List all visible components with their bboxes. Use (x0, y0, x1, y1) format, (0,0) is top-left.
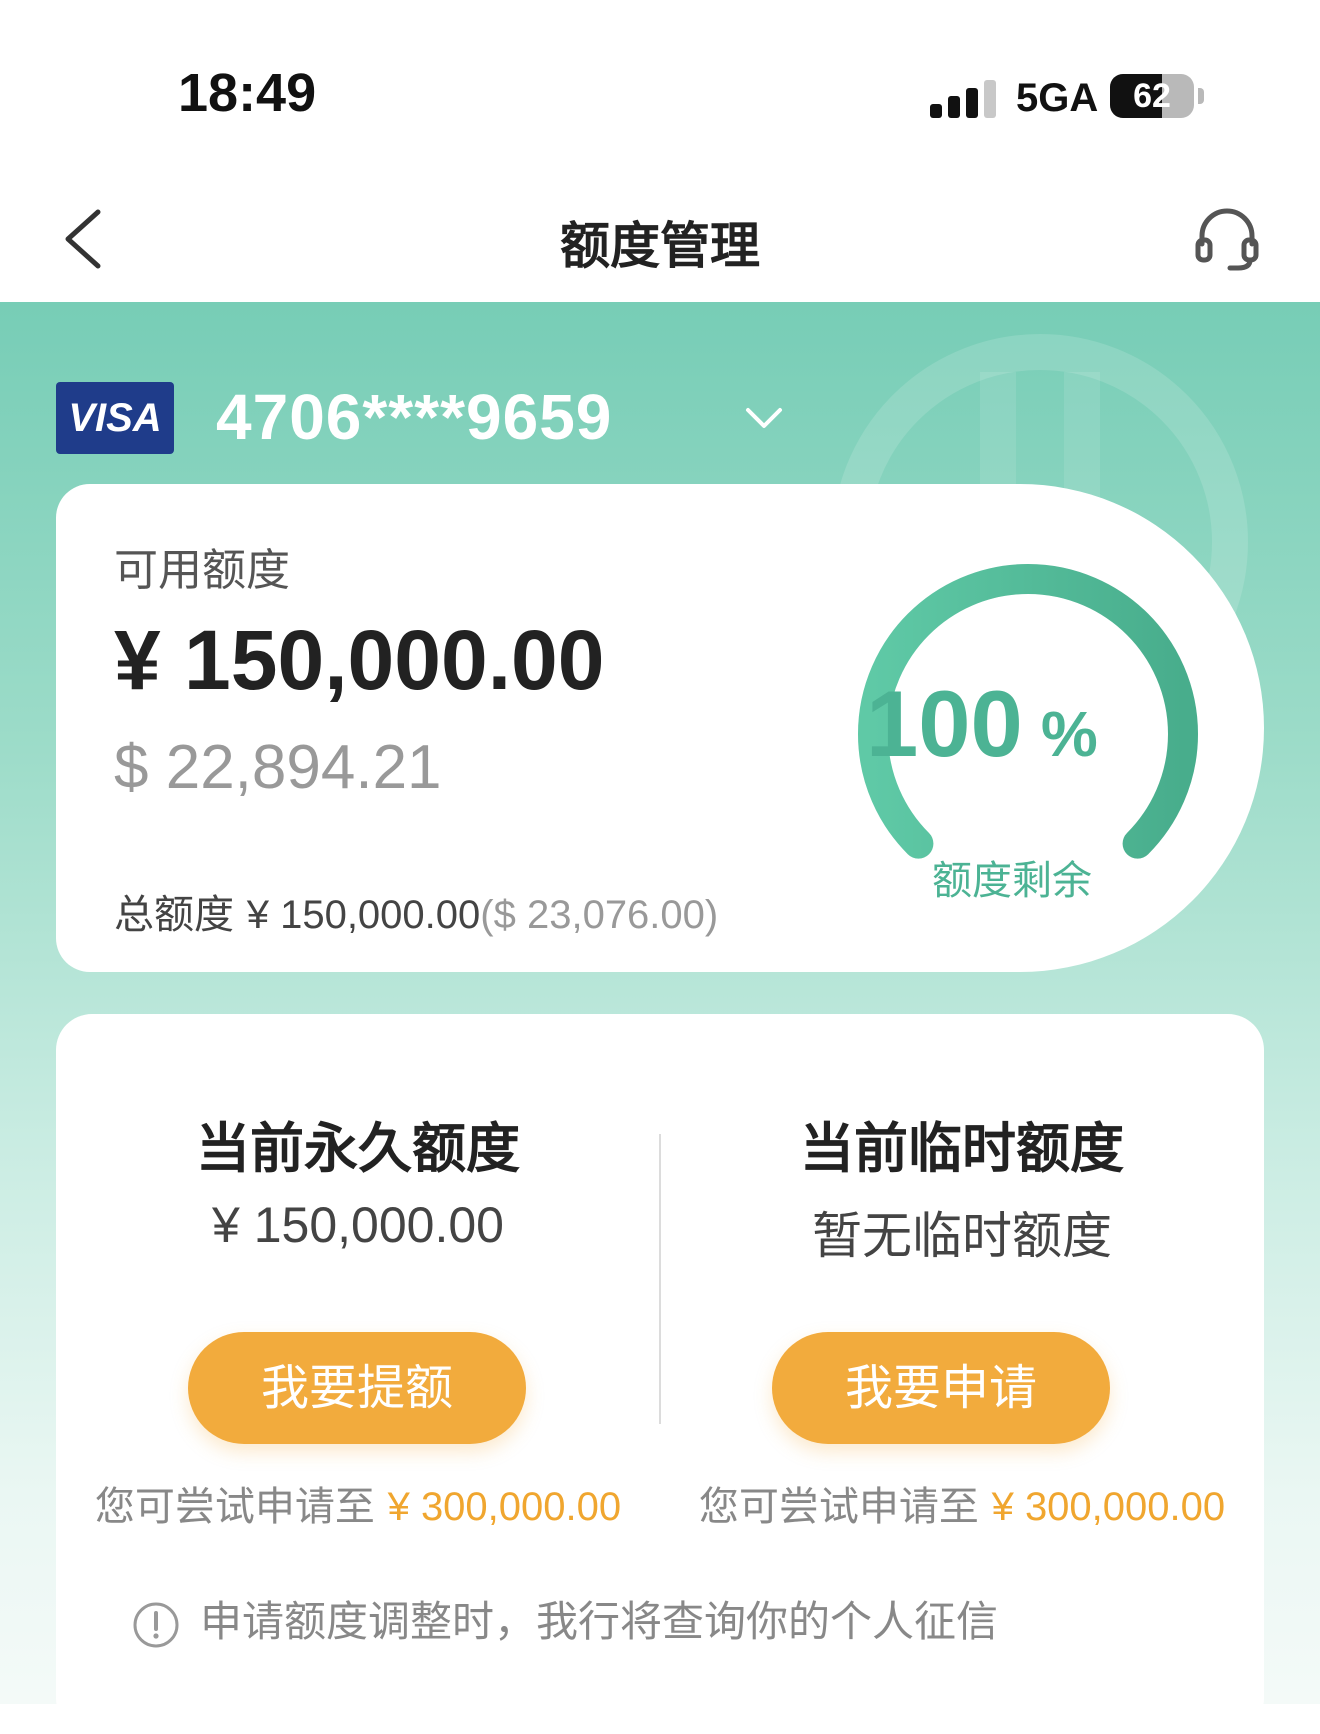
gauge-label: 额度剩余 (932, 858, 1092, 904)
available-credit-card: 可用额度 ¥ 150,000.00 $ 22,894.21 总额度 ¥ 150,… (56, 484, 1264, 972)
nav-bar: 额度管理 (0, 180, 1320, 302)
permanent-hint-prefix: 您可尝试申请至 (94, 1484, 375, 1530)
page-title: 额度管理 (560, 217, 760, 275)
total-credit: 总额度 ¥ 150,000.00($ 23,076.00) (114, 882, 718, 940)
temporary-quota-value: 暂无临时额度 (812, 1207, 1112, 1265)
card-selector[interactable]: VISA 4706****9659 (56, 380, 856, 454)
chevron-down-icon[interactable] (740, 400, 788, 436)
gauge-percent-sign: % (1040, 698, 1098, 770)
gauge-percent-value: 100 (866, 671, 1023, 776)
permanent-quota-value: ¥ 150,000.00 (212, 1197, 504, 1253)
status-bar: 18:49 5GA 62 (0, 0, 1320, 180)
info-icon (133, 1602, 179, 1647)
battery-nub (1198, 88, 1204, 104)
permanent-quota-hint: 您可尝试申请至 ¥ 300,000.00 (56, 1474, 660, 1532)
increase-limit-button[interactable]: 我要提额 (188, 1332, 526, 1444)
total-credit-cny: ¥ 150,000.00 (246, 893, 481, 937)
temporary-quota-hint: 您可尝试申请至 ¥ 300,000.00 (660, 1474, 1264, 1532)
visa-logo: VISA (56, 382, 174, 454)
available-credit-cny: ¥ 150,000.00 (114, 613, 605, 707)
card-number: 4706****9659 (216, 381, 613, 453)
notice-text: 申请额度调整时，我行将查询你的个人征信 (200, 1597, 999, 1646)
temporary-hint-prefix: 您可尝试申请至 (698, 1484, 979, 1530)
quota-card: 当前永久额度 ¥ 150,000.00 我要提额 您可尝试申请至 ¥ 300,0… (56, 1014, 1264, 1734)
headset-icon[interactable] (1192, 204, 1262, 274)
apply-temporary-button[interactable]: 我要申请 (772, 1332, 1110, 1444)
total-credit-usd: ($ 23,076.00) (480, 893, 719, 937)
permanent-quota-title: 当前永久额度 (196, 1117, 520, 1180)
status-time: 18:49 (178, 63, 317, 123)
permanent-quota: 当前永久额度 ¥ 150,000.00 我要提额 您可尝试申请至 ¥ 300,0… (56, 1014, 660, 1530)
permanent-hint-amount: ¥ 300,000.00 (387, 1485, 622, 1529)
signal-icon (930, 80, 996, 118)
available-credit-label: 可用额度 (114, 545, 290, 596)
temporary-quota-title: 当前临时额度 (800, 1117, 1124, 1180)
network-type: 5GA (1016, 76, 1099, 120)
available-credit-usd: $ 22,894.21 (114, 733, 442, 802)
temporary-hint-amount: ¥ 300,000.00 (991, 1485, 1226, 1529)
battery-level: 62 (1133, 77, 1171, 115)
battery-icon: 62 (1110, 74, 1194, 118)
temporary-quota: 当前临时额度 暂无临时额度 我要申请 您可尝试申请至 ¥ 300,000.00 (660, 1014, 1264, 1530)
credit-check-notice: 申请额度调整时，我行将查询你的个人征信 (132, 1588, 998, 1649)
gauge-percent: 100% (866, 670, 1098, 778)
total-credit-label: 总额度 (114, 892, 234, 938)
